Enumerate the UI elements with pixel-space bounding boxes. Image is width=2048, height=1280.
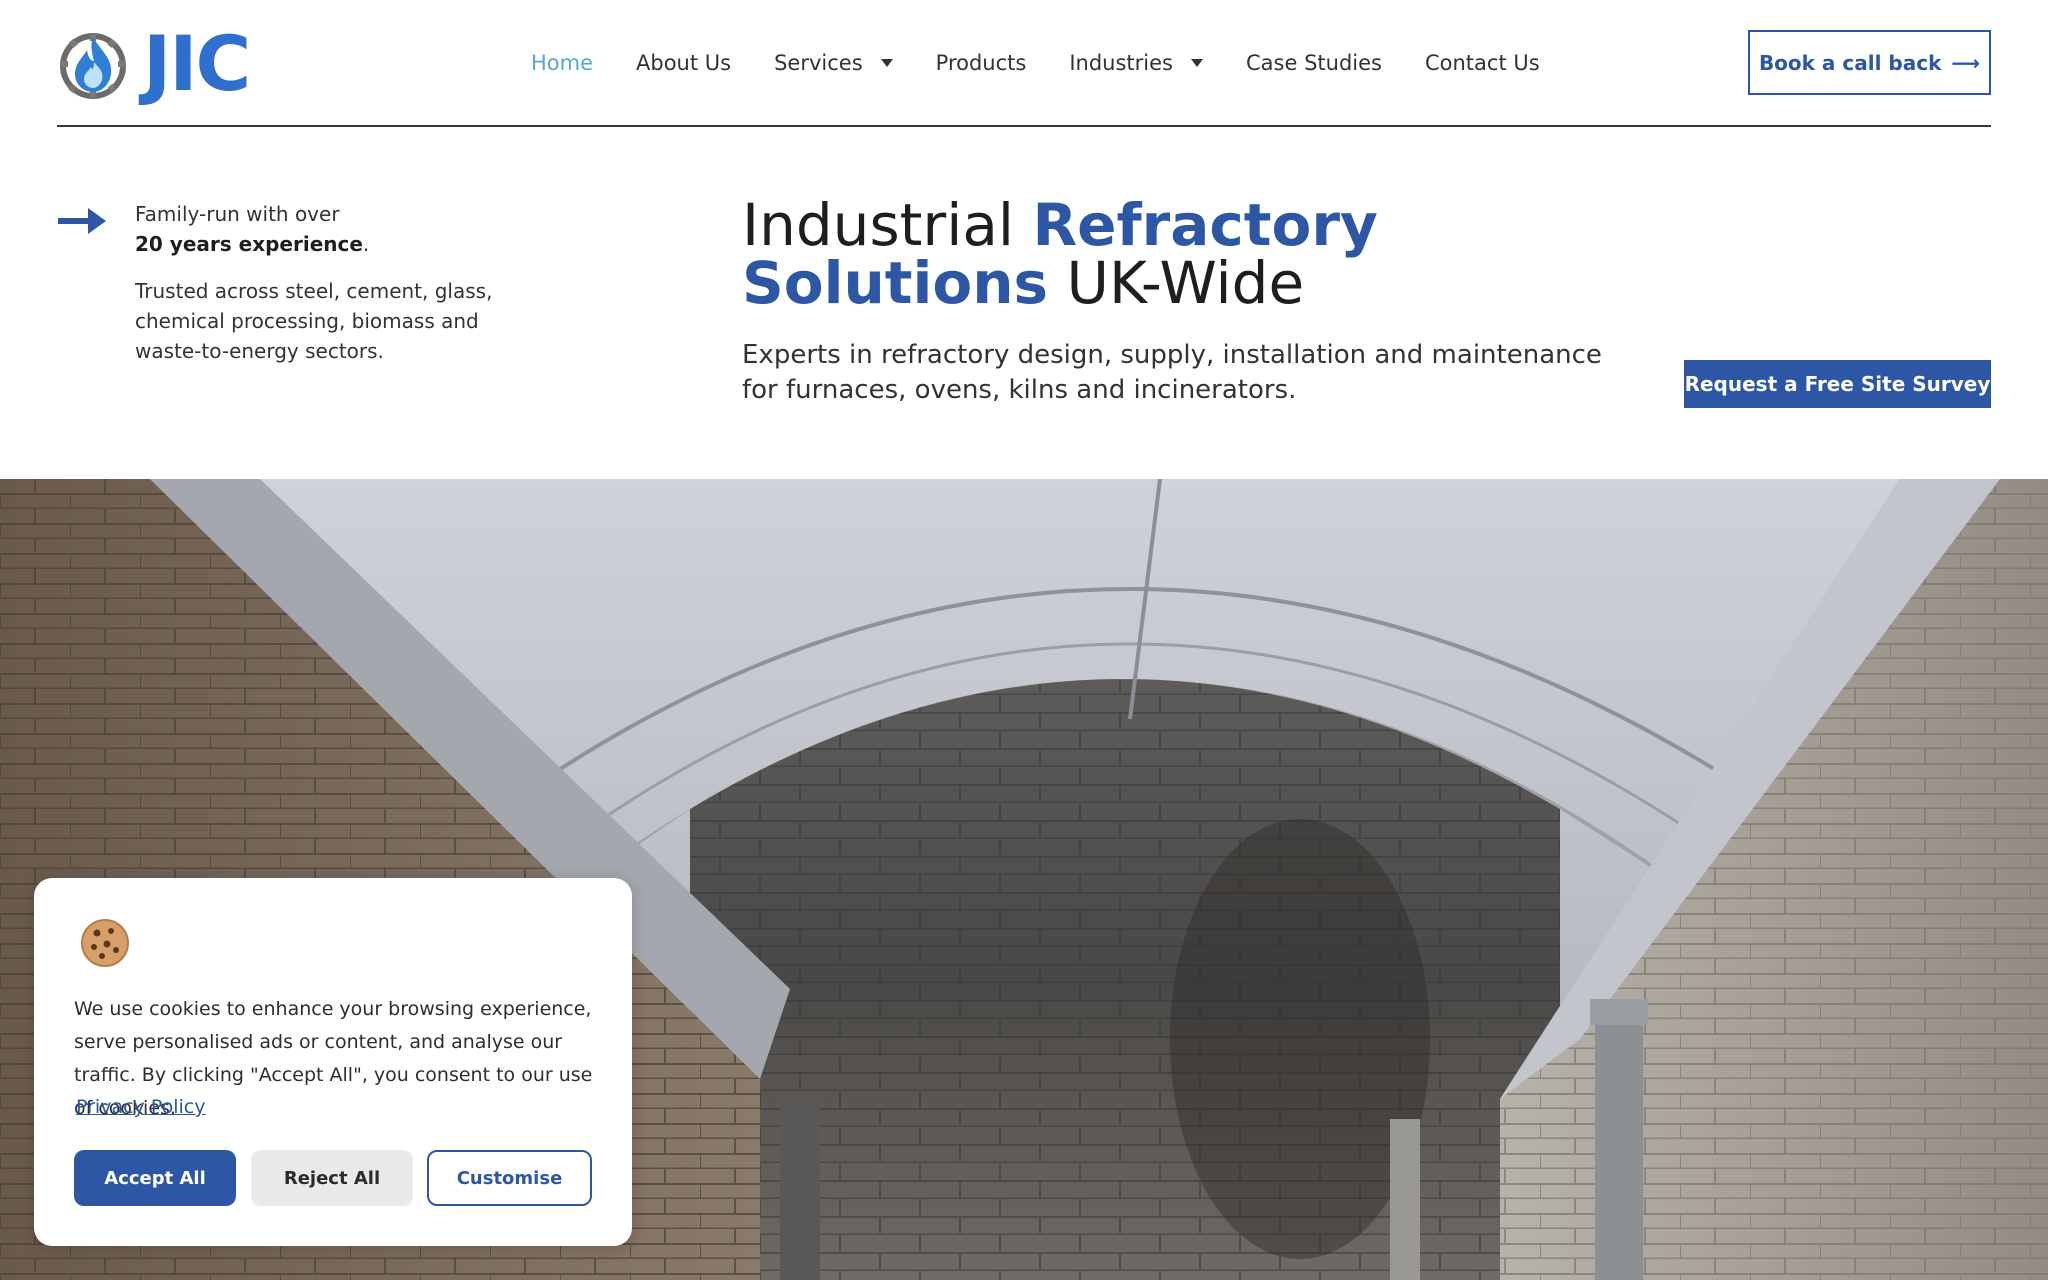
page-title: Industrial Refractory Solutions UK-Wide [742,196,1378,312]
hero-subtitle: Experts in refractory design, supply, in… [742,340,1602,405]
site-header: JIC Home About Us Services Products Indu… [0,0,2048,127]
experience-fact: Family-run with over 20 years experience… [135,199,369,259]
customise-button[interactable]: Customise [427,1150,592,1206]
experience-fact-end: . [362,232,370,256]
experience-fact-bold: 20 years experience [135,232,363,256]
title-highlight-2: Solutions [742,249,1049,317]
nav-item-products[interactable]: Products [936,51,1027,75]
nav-item-home[interactable]: Home [531,51,593,75]
arrow-right-icon [58,208,106,234]
arrow-right-icon: ⟶ [1951,50,1981,75]
book-call-back-label: Book a call back [1758,50,1942,75]
nav-item-industries[interactable]: Industries [1069,51,1203,75]
nav-item-label: Products [935,51,1027,75]
nav-item-label: About Us [636,51,732,75]
nav-item-label: Home [531,51,594,75]
request-site-survey-label: Request a Free Site Survey [1684,372,1991,396]
logo[interactable]: JIC [57,19,251,108]
nav-item-label: Industries [1069,51,1173,75]
nav-item-label: Case Studies [1246,51,1382,75]
nav-item-case-studies[interactable]: Case Studies [1246,51,1382,75]
nav-item-label: Services [774,51,863,75]
flame-logo-icon [60,33,126,99]
experience-fact-lead: Family-run with over [135,202,340,226]
header-divider [57,125,1991,127]
nav-item-services[interactable]: Services [774,51,893,75]
nav-item-about-us[interactable]: About Us [636,51,731,75]
caret-down-icon[interactable] [1191,59,1203,67]
sectors-fact: Trusted across steel, cement, glass, che… [135,279,493,363]
privacy-policy-link[interactable]: Privacy Policy [76,1092,205,1122]
caret-down-icon[interactable] [880,59,893,67]
reject-all-button[interactable]: Reject All [251,1150,413,1206]
cookie-consent-banner: We use cookies to enhance your browsing … [34,878,632,1246]
request-site-survey-button[interactable]: Request a Free Site Survey [1684,360,1991,408]
nav-item-label: Contact Us [1424,51,1540,75]
cookie-icon [81,919,129,967]
accept-all-button[interactable]: Accept All [74,1150,236,1206]
logo-wordmark: JIC [143,19,251,108]
title-part-2: UK-Wide [1048,249,1305,317]
book-call-back-button[interactable]: Book a call back ⟶ [1748,30,1991,95]
nav-item-contact-us[interactable]: Contact Us [1425,51,1540,75]
main-nav: Home About Us Services Products Industri… [531,45,1583,81]
